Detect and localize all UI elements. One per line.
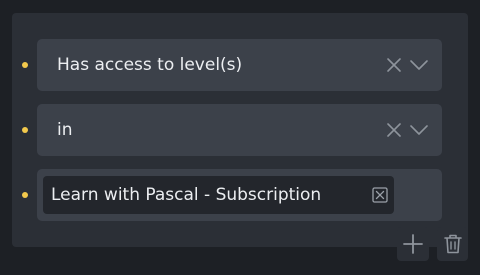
condition-row-attribute: Has access to level(s) bbox=[12, 39, 468, 91]
attribute-select[interactable]: Has access to level(s) bbox=[37, 39, 442, 91]
row-bullet bbox=[22, 127, 28, 133]
add-condition-button[interactable] bbox=[397, 227, 429, 261]
trash-icon bbox=[444, 234, 462, 254]
selected-tag-label: Learn with Pascal - Subscription bbox=[51, 185, 322, 205]
close-icon[interactable] bbox=[386, 57, 402, 73]
row-bullet bbox=[22, 192, 28, 198]
row-bullet bbox=[22, 62, 28, 68]
chevron-down-icon[interactable] bbox=[409, 58, 429, 72]
attribute-select-value: Has access to level(s) bbox=[57, 55, 243, 75]
chevron-down-icon[interactable] bbox=[409, 123, 429, 137]
operator-select[interactable]: in bbox=[37, 104, 442, 156]
tag-remove-icon[interactable] bbox=[372, 187, 388, 203]
close-icon[interactable] bbox=[386, 122, 402, 138]
selected-tag: Learn with Pascal - Subscription bbox=[43, 176, 394, 214]
value-multiselect[interactable]: Learn with Pascal - Subscription bbox=[37, 169, 442, 221]
plus-icon bbox=[403, 234, 423, 254]
operator-select-value: in bbox=[57, 120, 73, 140]
condition-row-operator: in bbox=[12, 104, 468, 156]
condition-group-panel: Has access to level(s) in Learn with Pas… bbox=[12, 13, 468, 247]
delete-condition-button[interactable] bbox=[437, 227, 468, 261]
condition-row-value: Learn with Pascal - Subscription bbox=[12, 169, 468, 221]
